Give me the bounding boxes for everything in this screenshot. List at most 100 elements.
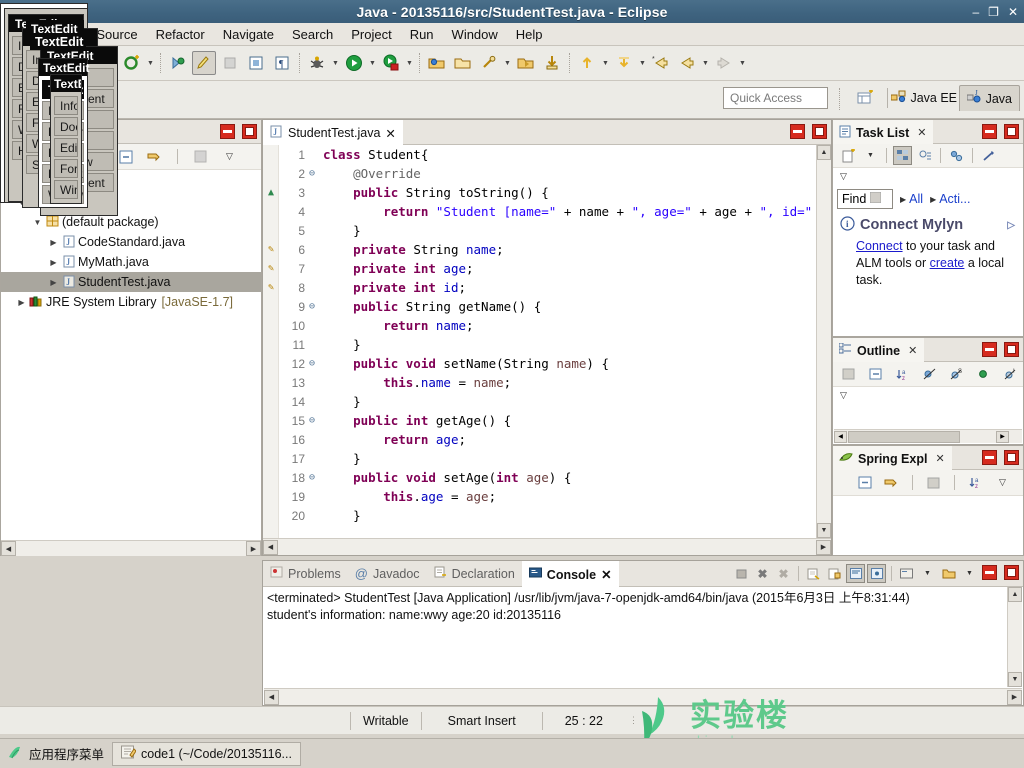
tab-declaration[interactable]: Declaration — [427, 561, 522, 587]
clear-console-icon[interactable] — [804, 564, 823, 583]
tree-twisty[interactable]: ▶ — [15, 298, 28, 307]
tab-problems[interactable]: Problems — [263, 561, 348, 587]
scroll-lock-icon[interactable] — [825, 564, 844, 583]
close-icon[interactable]: ✕ — [908, 344, 917, 357]
sort-icon[interactable]: az — [966, 473, 985, 492]
focus-on-active-task-icon[interactable] — [839, 365, 858, 384]
open-console-icon[interactable] — [939, 564, 958, 583]
sort-icon[interactable]: az — [893, 365, 912, 384]
scroll-right-arrow-icon[interactable]: ▶ — [246, 541, 261, 556]
scroll-thumb[interactable] — [848, 430, 960, 443]
tree-item-codestandard[interactable]: ▶ J CodeStandard.java — [1, 232, 261, 252]
package-explorer-horizontal-scrollbar[interactable]: ◀ ▶ — [1, 540, 261, 556]
tab-console[interactable]: Console ✕ — [521, 560, 619, 587]
code-line[interactable]: 13 this.name = name; — [263, 373, 816, 392]
run-icon[interactable] — [342, 51, 366, 75]
minimize-button[interactable]: ‒ — [972, 6, 979, 18]
next-annotation-icon[interactable] — [575, 51, 599, 75]
minimize-view-button[interactable] — [982, 342, 997, 357]
view-menu-icon[interactable]: ▽ — [840, 390, 847, 400]
tree-twisty[interactable]: ▼ — [31, 218, 44, 227]
run-coverage-icon[interactable] — [379, 51, 403, 75]
applications-menu-button[interactable]: 应用程序菜单 — [6, 744, 104, 764]
search-icon[interactable] — [477, 51, 501, 75]
code-line[interactable]: 14 } — [263, 392, 816, 411]
textedit-menu-item-format[interactable]: Format — [54, 159, 78, 178]
remove-all-terminated-icon[interactable]: ✖ — [774, 564, 793, 583]
close-icon[interactable]: ✕ — [917, 126, 926, 139]
quick-access-input[interactable]: Quick Access — [723, 87, 828, 109]
code-line[interactable]: 10 return name; — [263, 316, 816, 335]
code-line[interactable]: ✎ 8 private int id; — [263, 278, 816, 297]
new-task-icon[interactable] — [839, 146, 858, 165]
code-line[interactable]: 18 ⊖ public void setAge(int age) { — [263, 468, 816, 487]
back-history-icon[interactable] — [675, 51, 699, 75]
editor-vertical-scrollbar[interactable]: ▲ ▼ — [816, 145, 831, 538]
code-line[interactable]: 17 } — [263, 449, 816, 468]
scroll-left-arrow-icon[interactable]: ◀ — [264, 689, 279, 705]
menu-arrow-icon[interactable]: ▼ — [861, 146, 880, 165]
debug-dropdown-arrow-icon[interactable]: ▼ — [330, 51, 341, 75]
scroll-left-arrow-icon[interactable]: ◀ — [263, 539, 278, 555]
maximize-view-button[interactable] — [1004, 342, 1019, 357]
textedit-menu-item-edit[interactable]: Edit — [54, 138, 78, 157]
close-icon[interactable]: ✕ — [385, 126, 395, 141]
tree-item-mymath[interactable]: ▶ J MyMath.java — [1, 252, 261, 272]
maximize-view-button[interactable] — [242, 124, 257, 139]
minimize-view-button[interactable] — [982, 450, 997, 465]
fold-collapse-icon[interactable]: ⊖ — [305, 301, 319, 312]
new-class-dropdown-arrow-icon[interactable]: ▼ — [145, 51, 156, 75]
last-edit-dropdown-arrow-icon[interactable]: ▼ — [637, 51, 648, 75]
taskbar-window-button[interactable]: code1 (~/Code/20135116... — [112, 741, 301, 766]
console-vertical-scrollbar[interactable]: ▲ ▼ — [1007, 587, 1022, 687]
display-selected-console-icon[interactable] — [897, 564, 916, 583]
code-line[interactable]: 11 } — [263, 335, 816, 354]
view-menu-icon[interactable]: ▽ — [993, 473, 1012, 492]
minimize-view-button[interactable] — [982, 124, 997, 139]
tab-studenttest-java[interactable]: J StudentTest.java ✕ — [263, 119, 403, 145]
collapse-all-icon[interactable] — [116, 147, 135, 166]
textedit-menu-item-document[interactable]: Document — [54, 117, 78, 136]
toggle-mark-occurrences-icon[interactable] — [192, 51, 216, 75]
run-dropdown-arrow-icon[interactable]: ▼ — [367, 51, 378, 75]
show-whitespace-icon[interactable] — [218, 51, 242, 75]
fold-collapse-icon[interactable]: ⊖ — [305, 472, 319, 483]
find-input[interactable]: Find — [837, 189, 893, 209]
tree-item-studenttest[interactable]: ▶ J StudentTest.java — [1, 272, 261, 292]
forward-icon[interactable] — [712, 51, 736, 75]
code-area[interactable]: 1 class Student{2 ⊖ @Override ▲ 3 public Str… — [263, 145, 831, 555]
scroll-right-arrow-icon[interactable]: ▶ — [996, 430, 1009, 443]
close-button[interactable]: ✕ — [1008, 6, 1018, 18]
last-edit-location-icon[interactable] — [612, 51, 636, 75]
download-icon[interactable] — [540, 51, 564, 75]
scroll-left-arrow-icon[interactable]: ◀ — [834, 430, 847, 443]
code-line[interactable]: 9 ⊖ public String getName() { — [263, 297, 816, 316]
expand-icon[interactable]: ▷ — [1007, 220, 1015, 231]
view-menu-filter-icon[interactable] — [191, 147, 210, 166]
fold-collapse-icon[interactable]: ⊖ — [305, 168, 319, 179]
code-line[interactable]: ▲ 3 public String toString() { — [263, 183, 816, 202]
create-link[interactable]: create — [930, 256, 965, 270]
toggle-block-selection-icon[interactable] — [244, 51, 268, 75]
link-with-editor-icon[interactable] — [145, 147, 164, 166]
fold-collapse-icon[interactable]: ⊖ — [305, 358, 319, 369]
focus-on-workweek-icon[interactable] — [947, 146, 966, 165]
outline-horizontal-scrollbar[interactable]: ◀ ▶ — [834, 429, 1022, 443]
filter-activate[interactable]: ▶ Acti... — [930, 192, 970, 206]
open-task-icon[interactable] — [451, 51, 475, 75]
code-line[interactable]: ✎ 6 private String name; — [263, 240, 816, 259]
code-line[interactable]: 4 return "Student [name=" + name + ", ag… — [263, 202, 816, 221]
tab-javadoc[interactable]: @ Javadoc — [348, 561, 427, 587]
new-java-class-icon[interactable] — [120, 51, 144, 75]
code-line[interactable]: 5 } — [263, 221, 816, 240]
word-wrap-icon[interactable] — [846, 564, 865, 583]
tree-twisty[interactable]: ▶ — [47, 258, 60, 267]
remove-launch-icon[interactable]: ✖ — [753, 564, 772, 583]
next-annotation-dropdown-arrow-icon[interactable]: ▼ — [600, 51, 611, 75]
toggle-word-wrap-icon[interactable]: ¶ — [270, 51, 294, 75]
view-menu-icon[interactable]: ▽ — [220, 147, 239, 166]
pin-console-icon[interactable] — [867, 564, 886, 583]
filter-icon[interactable] — [924, 473, 943, 492]
menu-item-help[interactable]: Help — [507, 25, 552, 44]
open-type-icon[interactable] — [425, 51, 449, 75]
